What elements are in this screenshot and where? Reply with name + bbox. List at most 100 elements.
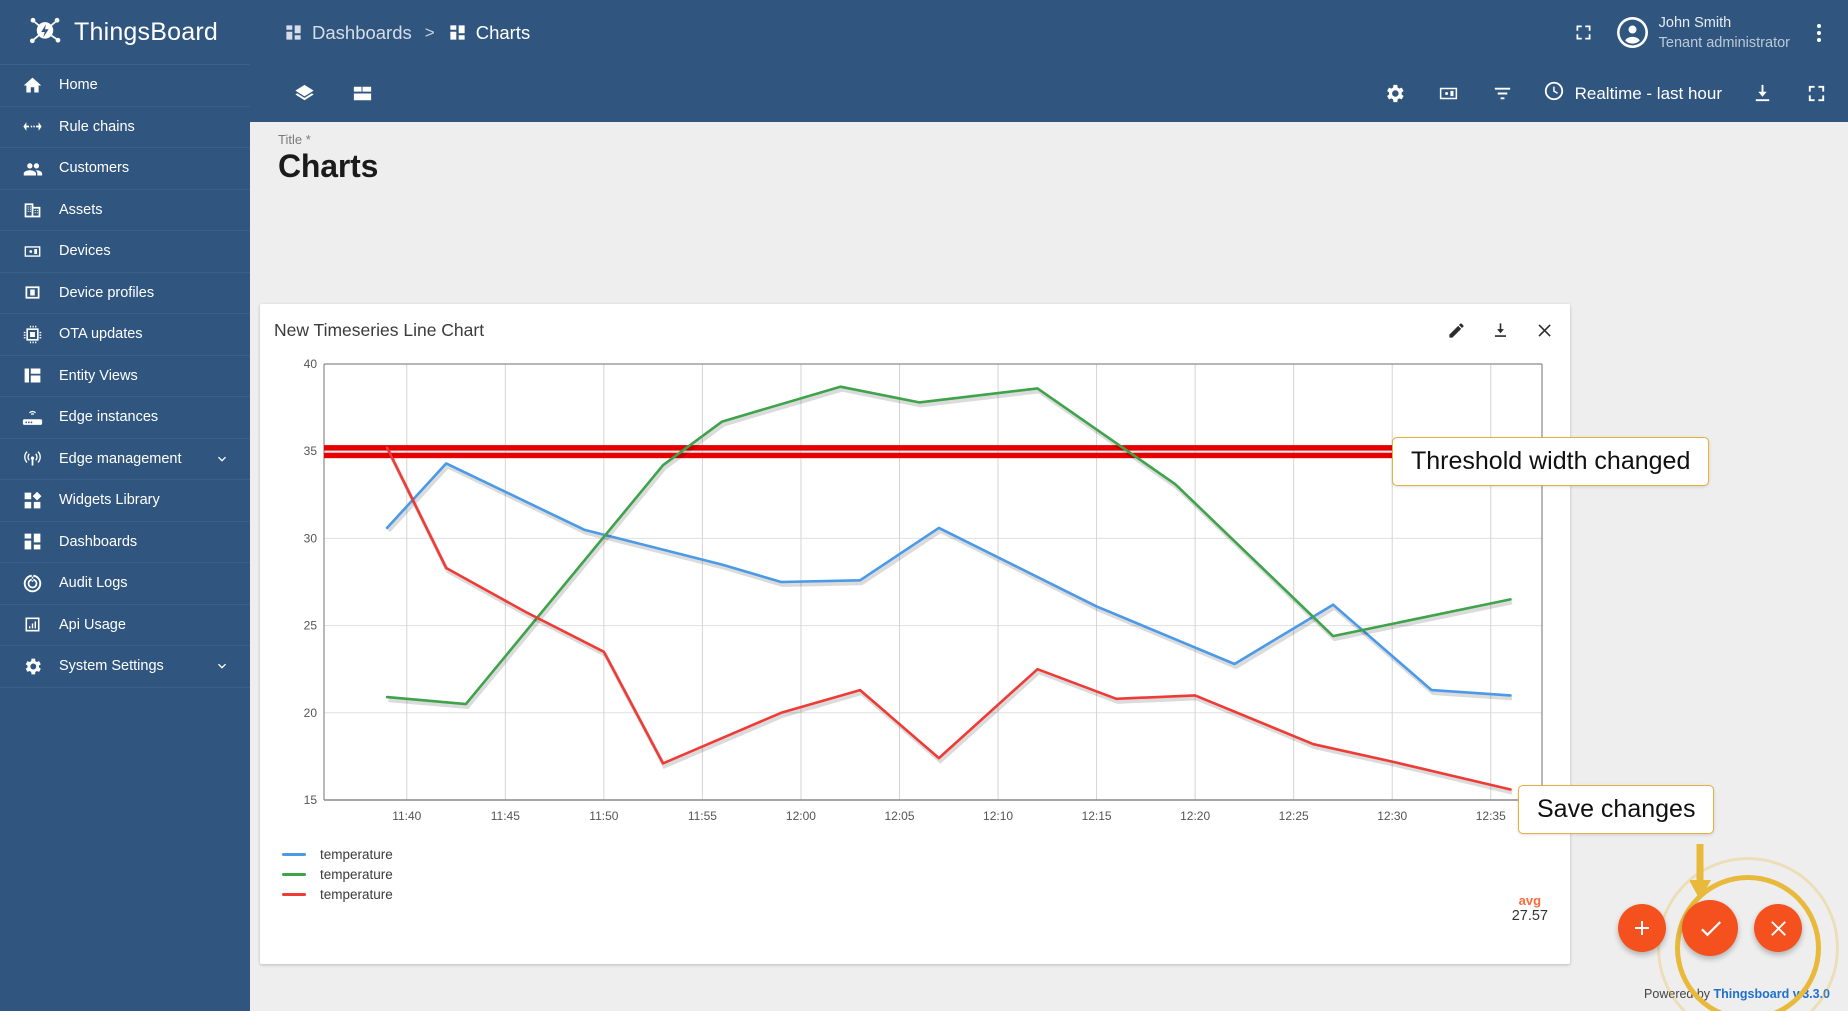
legend-swatch [282, 892, 306, 896]
device-profiles-icon [22, 282, 43, 303]
user-name: John Smith [1658, 14, 1732, 31]
layout-icon[interactable] [348, 80, 376, 108]
settings-gear-icon[interactable] [1381, 80, 1409, 108]
dashboard-toolbar: Realtime - last hour [250, 65, 1848, 122]
user-info: John Smith Tenant administrator [1659, 13, 1790, 53]
avg-label: avg [1518, 893, 1542, 908]
devices-display-icon[interactable] [1435, 80, 1463, 108]
sidebar-item-audit-logs[interactable]: Audit Logs [0, 563, 250, 605]
y-axis-tick: 15 [304, 793, 318, 807]
y-axis-tick: 25 [304, 619, 318, 633]
dashboards-icon [284, 23, 303, 42]
dashboards-icon [22, 531, 43, 552]
widget-header: New Timeseries Line Chart [260, 304, 1570, 356]
sidebar-item-label: Audit Logs [59, 575, 128, 592]
sidebar-item-assets[interactable]: Assets [0, 190, 250, 231]
sidebar-item-label: Edge management [59, 450, 182, 467]
close-icon[interactable] [1532, 318, 1556, 342]
dashboards-icon [448, 23, 467, 42]
customers-icon [22, 158, 43, 179]
widget-card: New Timeseries Line Chart 15 20 25 30 35 40 11… [260, 304, 1570, 964]
legend-swatch [282, 852, 306, 856]
sidebar-item-widgets-library[interactable]: Widgets Library [0, 480, 250, 522]
breadcrumb: Dashboards > Charts [284, 22, 530, 44]
sidebar-item-label: Device profiles [59, 284, 155, 301]
sidebar-item-api-usage[interactable]: Api Usage [0, 605, 250, 646]
sidebar-item-rule-chains[interactable]: Rule chains [0, 107, 250, 148]
y-axis-tick: 35 [304, 444, 318, 458]
avg-value: 27.57 [1511, 908, 1548, 924]
sidebar-item-system-settings[interactable]: System Settings [0, 646, 250, 688]
x-axis-tick: 12:30 [1377, 809, 1407, 823]
widget-title: New Timeseries Line Chart [274, 319, 485, 340]
breadcrumb-label: Charts [475, 21, 531, 43]
sidebar-item-label: Assets [59, 201, 103, 218]
system-settings-icon [22, 656, 43, 677]
top-bar-right: John Smith Tenant administrator [1569, 13, 1830, 53]
title-field-label: Title * [278, 132, 311, 147]
edit-pencil-icon[interactable] [1444, 318, 1468, 342]
breadcrumb-label: Dashboards [312, 21, 412, 43]
sidebar-item-label: Home [59, 77, 98, 94]
brand[interactable]: ThingsBoard [0, 0, 250, 65]
breadcrumb-item-charts[interactable]: Charts [448, 21, 531, 44]
sidebar-item-label: Customers [59, 160, 130, 177]
download-icon[interactable] [1488, 318, 1512, 342]
fullscreen-icon[interactable] [1802, 80, 1830, 108]
kebab-menu-icon[interactable] [1808, 20, 1830, 46]
sidebar-item-label: Devices [59, 243, 111, 260]
timewindow-button[interactable]: Realtime - last hour [1543, 80, 1722, 107]
sidebar-item-customers[interactable]: Customers [0, 148, 250, 190]
sidebar-item-home[interactable]: Home [0, 65, 250, 107]
chevron-down-icon[interactable] [214, 658, 230, 674]
app-root: ThingsBoard Home Rule chains Customers A… [0, 0, 1848, 1011]
x-axis-tick: 11:50 [589, 809, 618, 823]
fullscreen-icon[interactable] [1569, 18, 1599, 48]
y-axis-tick: 20 [304, 706, 318, 720]
sidebar-item-devices[interactable]: Devices [0, 231, 250, 273]
breadcrumb-item-dashboards[interactable]: Dashboards [284, 22, 412, 44]
api-usage-icon [22, 614, 43, 635]
chevron-down-icon[interactable] [214, 451, 230, 467]
chart-legend: temperature temperature temperature [260, 836, 1570, 904]
widgets-library-icon [22, 490, 43, 511]
layers-icon[interactable] [290, 80, 318, 108]
assets-icon [22, 199, 43, 220]
main-area: Dashboards > Charts John Smith Tenant ad… [250, 0, 1848, 1011]
x-axis-tick: 11:55 [688, 809, 717, 823]
sidebar-item-dashboards[interactable]: Dashboards [0, 522, 250, 563]
edge-instances-icon [22, 407, 43, 428]
filter-icon[interactable] [1489, 80, 1517, 108]
y-axis-tick: 40 [304, 357, 318, 371]
sidebar-item-ota-updates[interactable]: OTA updates [0, 314, 250, 356]
timewindow-label: Realtime - last hour [1574, 83, 1722, 103]
widget-actions [1444, 318, 1556, 342]
line-chart: 15 20 25 30 35 40 11:40 11:45 11:50 11:55 12:00 12:… [282, 356, 1548, 836]
legend-label: temperature [320, 866, 393, 882]
x-axis-tick: 12:05 [884, 809, 914, 823]
ota-updates-icon [22, 324, 43, 345]
sidebar-item-edge-management[interactable]: Edge management [0, 439, 250, 480]
download-icon[interactable] [1748, 80, 1776, 108]
discard-changes-fab[interactable] [1754, 904, 1802, 952]
sidebar-item-edge-instances[interactable]: Edge instances [0, 397, 250, 439]
add-fab[interactable] [1618, 904, 1666, 952]
page-title[interactable]: Charts [278, 148, 1838, 185]
toolbar-left [290, 80, 376, 108]
sidebar-item-entity-views[interactable]: Entity Views [0, 356, 250, 397]
page-title-block: Title * Charts [260, 122, 1838, 185]
sidebar-item-device-profiles[interactable]: Device profiles [0, 273, 250, 314]
devices-icon [22, 241, 43, 262]
avatar [1616, 17, 1648, 48]
sidebar-item-label: Widgets Library [59, 492, 160, 509]
callout-save-changes: Save changes [1518, 785, 1715, 834]
legend-swatch [282, 872, 306, 876]
callout-threshold-width-changed: Threshold width changed [1392, 437, 1710, 486]
sidebar: ThingsBoard Home Rule chains Customers A… [0, 0, 250, 1011]
legend-item[interactable]: temperature [282, 884, 1570, 904]
legend-label: temperature [320, 846, 393, 862]
legend-item[interactable]: temperature [282, 864, 1570, 884]
user-menu[interactable]: John Smith Tenant administrator [1616, 13, 1790, 53]
legend-item[interactable]: temperature [282, 844, 1570, 864]
x-axis-tick: 11:45 [491, 809, 520, 823]
